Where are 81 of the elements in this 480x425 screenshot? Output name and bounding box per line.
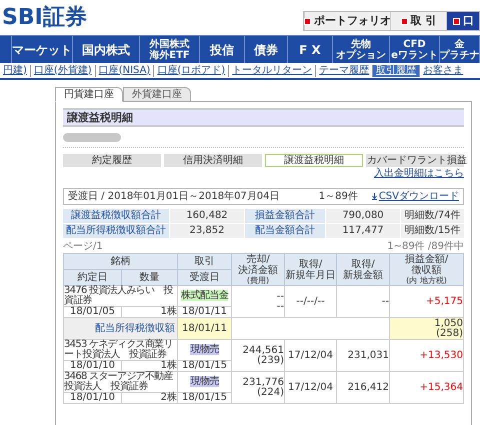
header-button[interactable]: ポートフォリオ xyxy=(304,12,390,30)
sub-nav-link[interactable]: 口座(ロボアド) xyxy=(153,64,228,76)
nav-tab[interactable]: 投信 xyxy=(200,36,245,63)
deposit-link[interactable]: 入出金明細はこちら xyxy=(374,168,464,180)
trade-type: 現物売 xyxy=(190,344,219,355)
table-cell: 244,561 (239) xyxy=(232,340,284,372)
sub-nav-link[interactable]: 口座(NISA) xyxy=(94,64,154,76)
sub-nav-link[interactable]: 口座(外貨建) xyxy=(30,64,95,76)
bullet-icon xyxy=(304,18,311,24)
history-tab[interactable]: 信用決済明細 xyxy=(164,154,262,167)
csv-download-link[interactable]: CSVダウンロード xyxy=(378,189,459,204)
page-number: ページ/1 xyxy=(63,241,103,253)
table-cell: --/--/-- xyxy=(284,286,336,318)
nav-tab[interactable]: CFD eワラント xyxy=(390,36,440,63)
nav-tab[interactable]: F X xyxy=(288,36,333,63)
column-header: 損益金額/ 徴収額 (内 地方税) xyxy=(390,254,464,286)
table-cell: 231,776 (224) xyxy=(232,372,284,404)
nav-tab[interactable]: マーケット xyxy=(12,36,73,63)
sub-nav-link[interactable]: 円建) xyxy=(0,64,30,76)
summary-label: 譲渡益税徴収額合計 xyxy=(63,209,169,223)
table-cell: +15,364 xyxy=(390,372,464,404)
history-tab[interactable]: 譲渡益税明細 xyxy=(265,154,363,167)
table-cell: 216,412 xyxy=(336,372,390,404)
redacted-bar xyxy=(63,133,121,142)
summary-value: 117,477 xyxy=(326,224,400,238)
column-header: 受渡日 xyxy=(178,270,232,286)
table-cell: 18/01/10 xyxy=(64,360,122,372)
column-header: 取得/ 新規年月日 xyxy=(284,254,336,286)
table-cell: -- -- xyxy=(232,286,284,318)
table-cell: +13,530 xyxy=(390,340,464,372)
column-header: 取得/ 新規金額 xyxy=(336,254,390,286)
table-cell: 17/12/04 xyxy=(284,340,336,372)
nav-tab[interactable]: 債券 xyxy=(245,36,288,63)
table-cell: 3468 スターアジア不動産投資法人 投資証券 xyxy=(64,372,178,392)
summary-label: 配当所得税徴収額合計 xyxy=(63,224,169,238)
account-tab[interactable]: 外貨建口座 xyxy=(123,87,191,102)
nav-tab[interactable]: 国内株式 xyxy=(73,36,140,63)
nav-tab[interactable]: 外国株式 海外ETF xyxy=(140,36,200,63)
sub-nav-link[interactable]: トータルリターン xyxy=(228,64,316,76)
account-tab[interactable]: 円貨建口座 xyxy=(55,87,123,102)
download-icon xyxy=(372,193,377,200)
trade-type: 株式配当金 xyxy=(180,290,228,301)
summary-value: 23,852 xyxy=(170,224,244,238)
result-count: 1～89件 xyxy=(318,190,358,204)
table-cell: 18/01/15 xyxy=(178,392,232,404)
table-cell: 18/01/15 xyxy=(178,360,232,372)
range-text: 1~89件 /89件中 xyxy=(387,241,464,253)
table-cell: 配当所得税徴収額 xyxy=(64,318,178,340)
nav-tab[interactable]: 先物 オプション xyxy=(333,36,390,63)
column-header: 売却/ 決済金額 (費用) xyxy=(232,254,284,286)
column-header: 銘柄 xyxy=(64,254,178,270)
table-cell: 2株 xyxy=(122,392,178,404)
detail-count: 明細数/15件 xyxy=(401,224,464,238)
table-cell: 17/12/04 xyxy=(284,372,336,404)
column-header: 数量 xyxy=(122,270,178,286)
header-button[interactable]: 口 xyxy=(446,12,479,30)
nav-tab[interactable]: 金 プラチナ xyxy=(440,36,480,63)
table-cell: 1株 xyxy=(122,360,178,372)
summary-label: 損益金額合計 xyxy=(245,209,325,223)
table-cell: 1,050 (258) xyxy=(390,318,464,340)
period-text: 受渡日 / 2018年01月01日～2018年07月04日 xyxy=(68,190,280,204)
summary-value: 160,482 xyxy=(170,209,244,223)
table-cell: 18/01/10 xyxy=(64,392,122,404)
table-cell: -- xyxy=(336,286,390,318)
table-cell: 3453 ケネディクス商業リート投資法人 投資証券 xyxy=(64,340,178,360)
bullet-icon xyxy=(453,18,460,24)
section-title: 譲渡益税明細 xyxy=(63,108,464,127)
bullet-icon xyxy=(400,18,408,24)
table-cell: 3476 投資法人みらい 投資証券 xyxy=(64,286,178,306)
summary-value: 790,080 xyxy=(326,209,400,223)
sub-nav-link[interactable]: 取引履歴 xyxy=(372,64,420,76)
column-header: 取引 xyxy=(178,254,232,270)
history-tab[interactable]: 約定履歴 xyxy=(63,154,161,167)
table-cell: 18/01/11 xyxy=(178,318,232,340)
summary-label: 配当金額合計 xyxy=(245,224,325,238)
trade-type: 現物売 xyxy=(190,376,219,387)
column-header: 約定日 xyxy=(64,270,122,286)
sub-nav-link[interactable]: お客さま xyxy=(419,64,466,76)
logo[interactable]: SBI証券 xyxy=(2,6,87,30)
table-cell: 231,031 xyxy=(336,340,390,372)
detail-count: 明細数/74件 xyxy=(401,209,464,223)
